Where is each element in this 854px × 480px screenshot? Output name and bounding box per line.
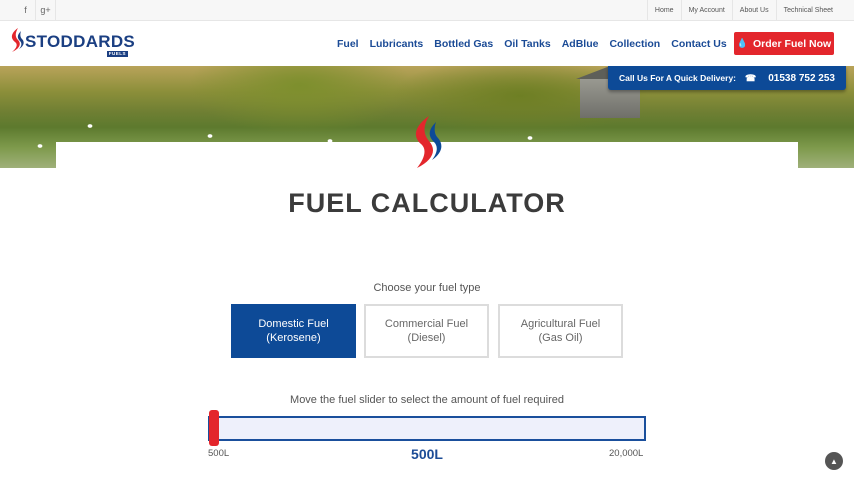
logo-wordmark: STODDARDS (25, 32, 136, 51)
nav-item-contact-us[interactable]: Contact Us (671, 38, 726, 50)
option-title: Domestic Fuel (258, 318, 329, 330)
stoddards-logo[interactable]: STODDARDS FUELS (9, 28, 135, 58)
top-link-my-account[interactable]: My Account (680, 0, 732, 21)
fuel-option-commercial[interactable]: Commercial Fuel (Diesel) (364, 304, 489, 358)
google-plus-icon[interactable]: g+ (36, 0, 56, 21)
flame-logo-icon (11, 28, 24, 52)
phone-number[interactable]: 01538 752 253 (768, 73, 835, 84)
nav-item-adblue[interactable]: AdBlue (562, 38, 599, 50)
chevron-up-icon[interactable]: ▲ (825, 452, 843, 470)
top-link-home[interactable]: Home (646, 0, 681, 21)
nav-item-oil-tanks[interactable]: Oil Tanks (504, 38, 551, 50)
slider-current-value: 500L (411, 446, 443, 462)
top-link-about-us[interactable]: About Us (731, 0, 776, 21)
slider-max-label: 20,000L (609, 448, 644, 459)
option-subtitle: (Gas Oil) (538, 332, 583, 344)
flame-emblem-icon (415, 116, 442, 168)
slider-instructions: Move the fuel slider to select the amoun… (290, 394, 564, 406)
social-links: f g+ (16, 0, 56, 21)
option-subtitle: (Kerosene) (266, 332, 321, 344)
facebook-icon[interactable]: f (16, 0, 36, 21)
quick-delivery-bar[interactable]: Call Us For A Quick Delivery: ☎ 01538 75… (608, 66, 846, 90)
order-button-label: Order Fuel Now (753, 37, 832, 50)
nav-item-lubricants[interactable]: Lubricants (370, 38, 424, 50)
page-title: FUEL CALCULATOR (288, 188, 566, 218)
top-links: Home My Account About Us Technical Sheet (646, 0, 840, 21)
nav-item-fuel[interactable]: Fuel (337, 38, 359, 50)
nav-item-bottled-gas[interactable]: Bottled Gas (434, 38, 493, 50)
slider-handle[interactable] (209, 410, 219, 446)
phone-icon: ☎ (745, 72, 757, 83)
site-header: STODDARDS FUELS Fuel Lubricants Bottled … (0, 21, 854, 66)
option-title: Agricultural Fuel (520, 318, 601, 330)
fuel-option-domestic[interactable]: Domestic Fuel (Kerosene) (231, 304, 356, 358)
option-subtitle: (Diesel) (407, 332, 446, 344)
option-title: Commercial Fuel (384, 318, 469, 330)
fuel-type-prompt: Choose your fuel type (373, 282, 481, 294)
flame-drop-icon: 💧 (736, 38, 749, 48)
top-utility-bar: f g+ Home My Account About Us Technical … (0, 0, 854, 21)
order-fuel-now-button[interactable]: 💧 Order Fuel Now (734, 32, 834, 55)
main-nav: Fuel Lubricants Bottled Gas Oil Tanks Ad… (337, 21, 738, 66)
top-link-technical-sheet[interactable]: Technical Sheet (775, 0, 840, 21)
fuel-amount-slider[interactable] (208, 416, 646, 441)
fuel-option-agricultural[interactable]: Agricultural Fuel (Gas Oil) (498, 304, 623, 358)
nav-item-collection[interactable]: Collection (609, 38, 660, 50)
logo-subtext: FUELS (106, 51, 128, 57)
call-text: Call Us For A Quick Delivery: (619, 73, 737, 83)
